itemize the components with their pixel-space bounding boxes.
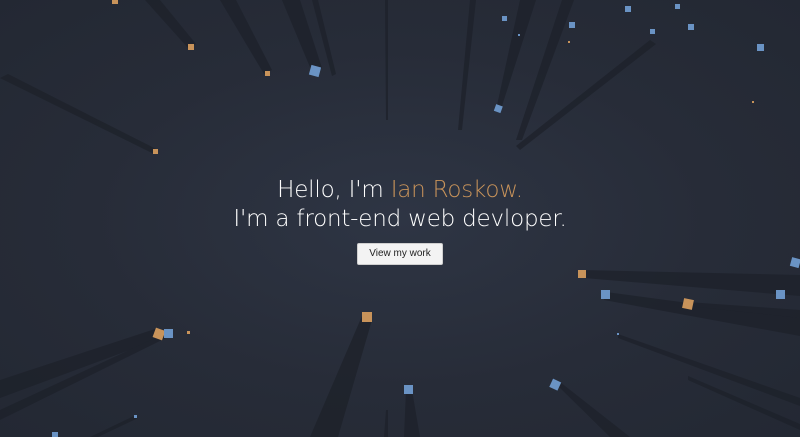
- particle-square: [650, 29, 655, 34]
- particle-square: [502, 16, 507, 21]
- particle-square: [52, 432, 58, 437]
- particle-square: [675, 4, 680, 9]
- particle-square: [112, 0, 118, 4]
- particle-square: [153, 149, 158, 154]
- view-my-work-button[interactable]: View my work: [357, 243, 443, 265]
- particle-square: [568, 41, 570, 43]
- particle-square: [188, 44, 194, 50]
- particle-square: [578, 270, 586, 278]
- particle-square: [265, 71, 270, 76]
- particle-square: [187, 331, 190, 334]
- particle-square: [164, 329, 173, 338]
- greeting-prefix: Hello, I'm: [277, 177, 391, 203]
- particle-square: [752, 101, 754, 103]
- particle-square: [757, 44, 764, 51]
- particle-square: [625, 6, 631, 12]
- particle-square: [776, 290, 785, 299]
- particle-square: [682, 298, 694, 310]
- particle-square: [518, 34, 520, 36]
- particle-square: [404, 385, 413, 394]
- hero-greeting: Hello, I'm Ian Roskow.: [0, 176, 800, 205]
- hero-section: Hello, I'm Ian Roskow. I'm a front-end w…: [0, 176, 800, 265]
- particle-square: [601, 290, 610, 299]
- particle-square: [134, 415, 137, 418]
- particle-square: [569, 22, 575, 28]
- hero-tagline: I'm a front-end web devloper.: [233, 206, 567, 232]
- particle-square: [362, 312, 372, 322]
- particle-square: [549, 378, 562, 391]
- particle-square: [688, 24, 694, 30]
- hero-name: Ian Roskow.: [390, 177, 523, 203]
- particle-square: [617, 333, 619, 335]
